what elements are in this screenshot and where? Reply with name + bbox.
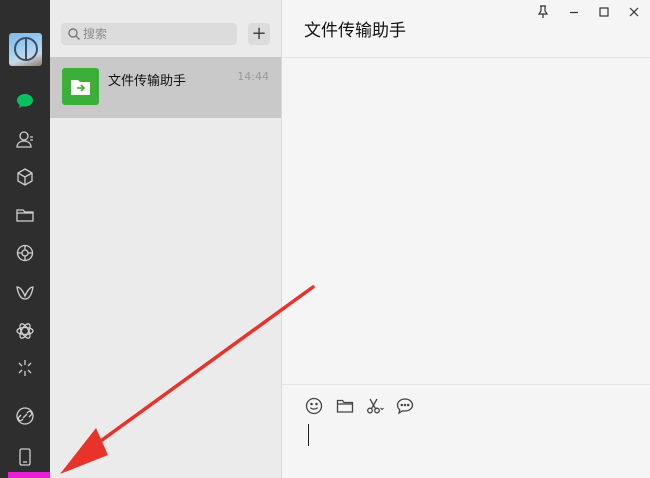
chat-time: 14:44 [237,70,269,83]
favorites-cube-icon[interactable] [15,167,35,187]
folder-icon[interactable] [15,205,35,225]
mini-programs-icon[interactable] [15,358,35,378]
close-icon[interactable] [626,4,642,20]
chat-list-item[interactable]: 文件传输助手 14:44 [50,57,281,118]
contacts-icon[interactable] [15,129,35,149]
send-file-icon[interactable] [336,397,354,415]
channels-icon[interactable] [15,283,35,303]
moments-icon[interactable] [15,243,35,263]
pin-icon[interactable] [535,4,551,20]
search-placeholder: 搜索 [83,27,108,41]
file-transfer-avatar [62,68,99,105]
search-input[interactable]: 搜索 [61,23,237,45]
screenshot-scissors-icon[interactable] [366,397,384,415]
message-input-caret[interactable] [308,424,309,446]
add-button[interactable]: + [248,23,270,45]
folder-arrow-icon [71,80,90,95]
chat-icon[interactable] [15,91,35,111]
conversation-title: 文件传输助手 [304,21,406,41]
phone-icon[interactable] [15,447,35,467]
maximize-icon[interactable] [596,4,612,20]
header-divider [282,57,650,58]
nav-rail [0,0,65,478]
conversation-pane: 文件传输助手 [282,0,650,478]
chat-list-panel: 搜索 + 文件传输助手 14:44 [50,0,282,478]
search-icon [68,28,80,40]
chat-name: 文件传输助手 [108,74,187,89]
mini-program-link-icon[interactable] [15,406,35,426]
minimize-icon[interactable] [566,4,582,20]
emoji-icon[interactable] [305,397,323,415]
chat-history-icon[interactable] [396,397,414,415]
search-one-icon[interactable] [15,321,35,341]
avatar[interactable] [9,33,42,66]
input-divider [282,384,650,385]
